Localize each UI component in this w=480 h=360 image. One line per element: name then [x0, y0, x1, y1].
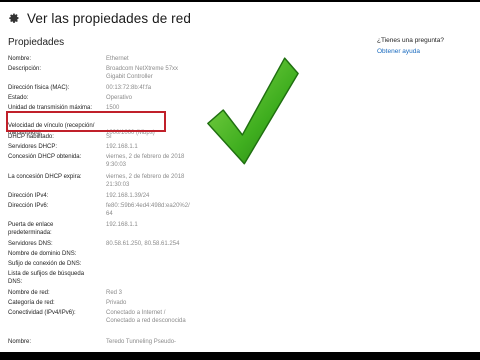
get-help-link[interactable]: Obtener ayuda: [377, 46, 444, 57]
property-label: Concesión DHCP obtenida:: [8, 154, 82, 160]
property-value: viernes, 2 de febrero de 2018 9:30:03: [106, 154, 185, 168]
property-label: Servidores DHCP:: [8, 144, 58, 150]
section-title: Propiedades: [8, 37, 65, 48]
property-label: Dirección IPv4:: [8, 193, 49, 199]
property-label: Sufijo de conexión de DNS:: [8, 261, 82, 267]
gear-icon: [9, 13, 19, 23]
highlight-box: [6, 111, 166, 132]
property-value: Privado: [106, 300, 127, 306]
property-label: Lista de sufijos de búsqueda DNS:: [8, 271, 85, 285]
property-label: Servidores DNS:: [8, 241, 53, 247]
help-question: ¿Tienes una pregunta?: [377, 37, 444, 44]
green-checkmark-icon: [207, 57, 299, 165]
page-title: Ver las propiedades de red: [27, 10, 191, 26]
property-label: Categoría de red:: [8, 300, 55, 306]
property-value: 192.168.1.39/24: [106, 193, 150, 199]
property-value: Teredo Tunneling Pseudo-: [106, 339, 177, 345]
property-value: fe80::59b6:4ed4:498d:ea20%2/ 64: [106, 203, 190, 217]
property-value: Red 3: [106, 290, 123, 296]
property-label: Nombre de dominio DNS:: [8, 251, 77, 257]
property-label: Nombre:: [8, 56, 32, 62]
property-value: 192.168.1.1: [106, 144, 138, 150]
property-value: Operativo: [106, 95, 133, 101]
property-label: Nombre:: [8, 339, 32, 345]
property-value: viernes, 2 de febrero de 2018 21:30:03: [106, 174, 185, 188]
property-label: Dirección IPv6:: [8, 203, 49, 209]
property-value: 00:13:72:8b:4f:fa: [106, 85, 152, 91]
property-label: DHCP habilitado:: [8, 134, 54, 140]
property-label: Puerta de enlace predeterminada:: [8, 222, 54, 236]
property-value: Broadcom NetXtreme 57xx Gigabit Controll…: [106, 66, 179, 80]
property-value: Ethernet: [106, 56, 129, 62]
video-top-band: [0, 0, 480, 2]
property-label: Descripción:: [8, 66, 42, 72]
video-bottom-band: [0, 352, 480, 360]
property-label: Nombre de red:: [8, 290, 50, 296]
property-label: Estado:: [8, 95, 29, 101]
property-label: Conectividad (IPv4/IPv6):: [8, 310, 76, 316]
property-label: La concesión DHCP expira:: [8, 174, 82, 180]
help-panel: ¿Tienes una pregunta? Obtener ayuda: [377, 35, 444, 57]
property-value: 192.168.1.1: [106, 222, 138, 228]
property-value: Sí: [106, 134, 112, 140]
property-label: Dirección física (MAC):: [8, 85, 70, 91]
property-value: Conectado a Internet / Conectado a red d…: [106, 310, 186, 324]
property-value: 80.58.61.250, 80.58.61.254: [106, 241, 180, 247]
page-header: Ver las propiedades de red: [8, 9, 191, 27]
